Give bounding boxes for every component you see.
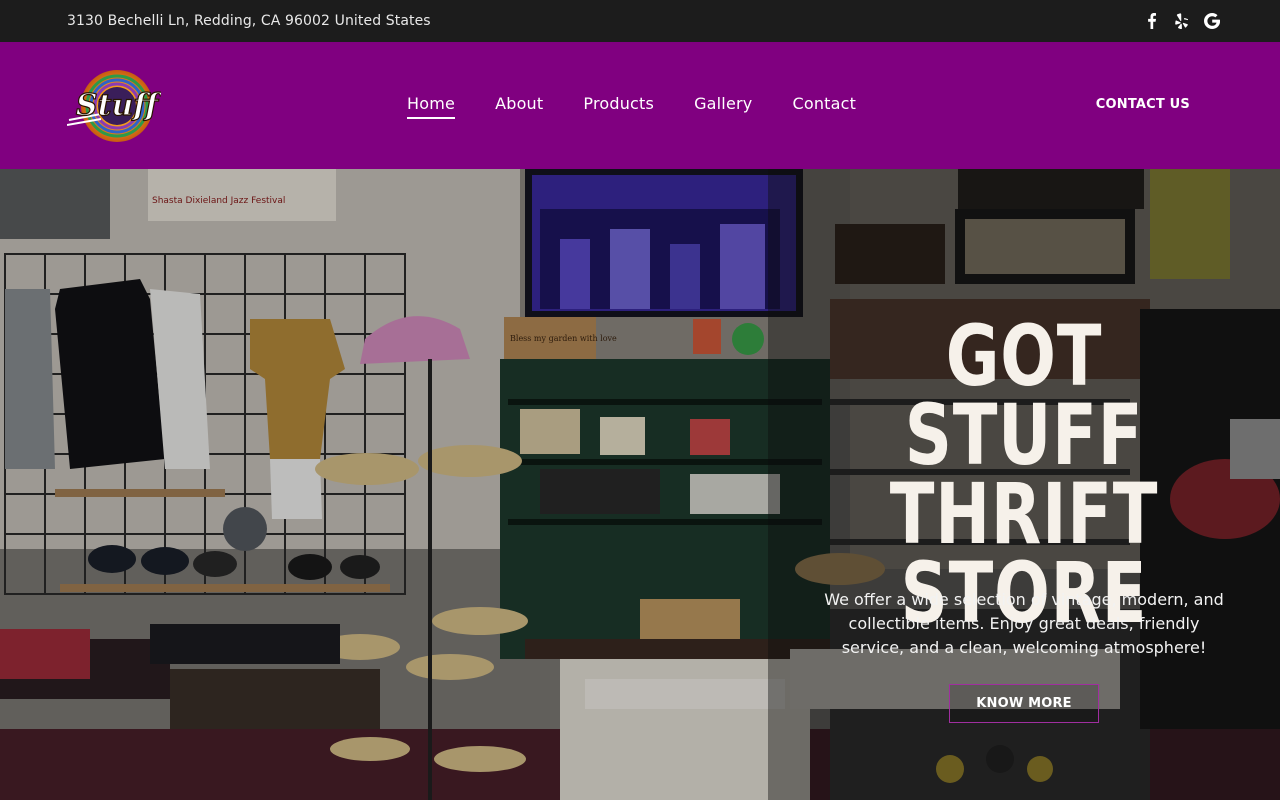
google-icon[interactable] (1204, 12, 1220, 30)
store-address: 3130 Bechelli Ln, Redding, CA 96002 Unit… (67, 13, 431, 29)
hero-section: Shasta Dixieland Jazz Festival Bless my … (0, 169, 1280, 800)
hero-dim-left (0, 169, 768, 800)
nav-gallery[interactable]: Gallery (694, 94, 752, 117)
nav-home[interactable]: Home (407, 94, 456, 119)
yelp-icon[interactable] (1174, 12, 1190, 30)
contact-us-button[interactable]: CONTACT US (1096, 97, 1190, 112)
main-header: Stuff Home About Products Gallery Contac… (0, 42, 1280, 169)
logo-text: Stuff (76, 88, 161, 123)
hero-content: GOT STUFF THRIFT STORE We offer a wide s… (768, 169, 1280, 800)
facebook-icon[interactable] (1144, 12, 1160, 30)
hero-title-line: THRIFT (889, 465, 1159, 563)
hero-title: GOT STUFF THRIFT STORE (824, 307, 1223, 635)
hero-description: We offer a wide selection of vintage, mo… (824, 590, 1224, 657)
social-links (1144, 12, 1220, 30)
hero-title-line: GOT STUFF (904, 307, 1144, 484)
top-bar: 3130 Bechelli Ln, Redding, CA 96002 Unit… (0, 0, 1280, 42)
know-more-button[interactable]: KNOW MORE (949, 684, 1099, 723)
nav-about[interactable]: About (495, 94, 543, 117)
nav-products[interactable]: Products (583, 94, 654, 117)
site-logo[interactable]: Stuff (66, 68, 164, 144)
nav-contact[interactable]: Contact (792, 94, 856, 117)
main-nav: Home About Products Gallery Contact (407, 94, 856, 119)
